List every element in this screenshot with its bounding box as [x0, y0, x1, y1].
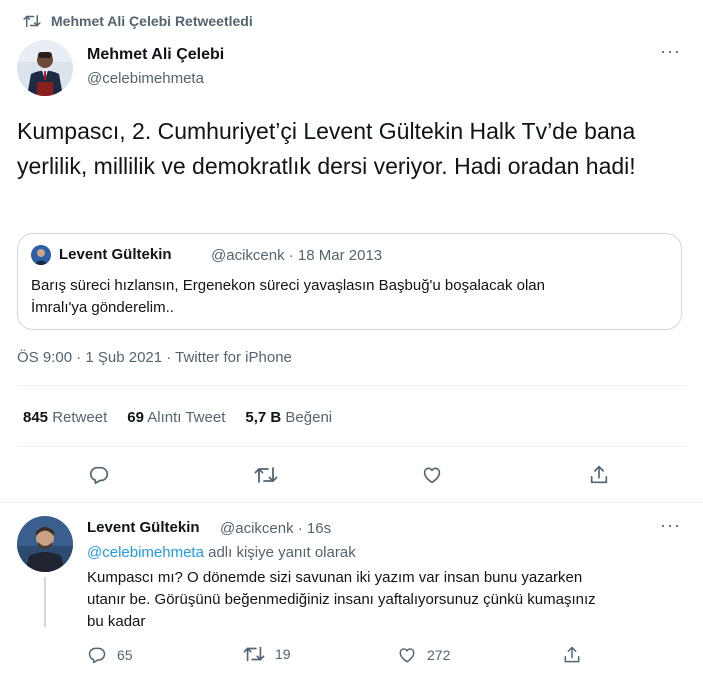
reply-count: 65 — [117, 647, 133, 663]
tweet-stats: 845 Retweet 69 Alıntı Tweet 5,7 B Beğeni — [23, 409, 332, 426]
reply-icon — [89, 466, 109, 485]
reply-text-line: utanır be. Görüşünü beğenmediğiniz insan… — [87, 591, 596, 608]
thread-line — [44, 577, 46, 627]
reply-like-button[interactable]: 272 — [397, 645, 450, 665]
retweet-stat[interactable]: 845 Retweet — [23, 409, 107, 426]
replying-to-handle[interactable]: @celebimehmeta — [87, 544, 204, 561]
reply-button[interactable] — [87, 463, 111, 487]
reply-text: Kumpascı mı? O dönemde sizi savunan iki … — [87, 567, 687, 633]
retweet-button[interactable] — [254, 463, 278, 487]
quoted-tweet-card[interactable]: Levent Gültekin @acikcenk · 18 Mar 2013 … — [17, 233, 682, 330]
quoted-text-line: İmralı'ya gönderelim.. — [31, 299, 174, 316]
retweet-count: 845 — [23, 409, 49, 426]
like-stat-label: Beğeni — [285, 409, 333, 426]
author-handle[interactable]: @celebimehmeta — [87, 70, 204, 87]
quote-count: 69 — [127, 409, 144, 426]
retweet-icon — [254, 467, 278, 483]
reply-retweet-button[interactable]: 19 — [243, 645, 291, 663]
quoted-meta: @acikcenk · 18 Mar 2013 — [211, 247, 383, 264]
reply-like-count: 272 — [427, 647, 451, 663]
quote-stat-label: Alıntı Tweet — [147, 409, 226, 426]
retweet-icon — [243, 646, 265, 662]
replying-to: @celebimehmeta adlı kişiye yanıt olarak — [87, 544, 356, 561]
quote-stat[interactable]: 69 Alıntı Tweet — [127, 409, 225, 426]
reply-reply-button[interactable]: 65 — [87, 645, 133, 665]
reply-author-name[interactable]: Levent Gültekin — [87, 519, 200, 536]
retweeted-by-label[interactable]: Mehmet Ali Çelebi Retweetledi — [51, 13, 253, 29]
heart-icon — [399, 648, 415, 663]
like-stat[interactable]: 5,7 B Beğeni — [245, 409, 332, 426]
divider — [0, 502, 703, 503]
quoted-author-avatar — [31, 245, 51, 265]
reply-text-line: bu kadar — [87, 613, 146, 630]
like-button[interactable] — [420, 463, 444, 487]
like-count: 5,7 B — [245, 409, 282, 426]
reply-icon — [88, 647, 106, 664]
more-icon[interactable]: ··· — [660, 516, 681, 534]
reply-author-avatar[interactable] — [17, 516, 73, 572]
retweet-stat-label: Retweet — [52, 409, 108, 426]
divider — [17, 385, 687, 386]
reply-share-button[interactable] — [562, 645, 582, 665]
divider — [17, 446, 687, 447]
replying-to-suffix: adlı kişiye yanıt olarak — [203, 544, 356, 561]
reply-meta[interactable]: @acikcenk · 16s — [220, 520, 331, 537]
tweet-text: Kumpascı, 2. Cumhuriyet’çi Levent Gültek… — [17, 118, 636, 179]
share-icon — [564, 646, 580, 663]
reply-retweet-count: 19 — [275, 646, 291, 662]
reply-text-line: Kumpascı mı? O dönemde sizi savunan iki … — [87, 569, 583, 586]
retweet-header: Mehmet Ali Çelebi Retweetledi — [23, 11, 253, 31]
tweet-timestamp[interactable]: ÖS 9:00 · 1 Şub 2021 · Twitter for iPhon… — [17, 349, 292, 366]
more-icon[interactable]: ··· — [660, 42, 681, 60]
share-button[interactable] — [587, 463, 611, 487]
quoted-author-name: Levent Gültekin — [59, 246, 172, 263]
author-avatar[interactable] — [17, 40, 73, 96]
quoted-text: Barış süreci hızlansın, Ergenekon süreci… — [31, 275, 661, 319]
retweet-icon — [23, 14, 41, 28]
author-name[interactable]: Mehmet Ali Çelebi — [87, 46, 224, 64]
quoted-text-line: Barış süreci hızlansın, Ergenekon süreci… — [31, 277, 545, 294]
share-icon — [590, 465, 608, 484]
heart-icon — [423, 467, 441, 484]
